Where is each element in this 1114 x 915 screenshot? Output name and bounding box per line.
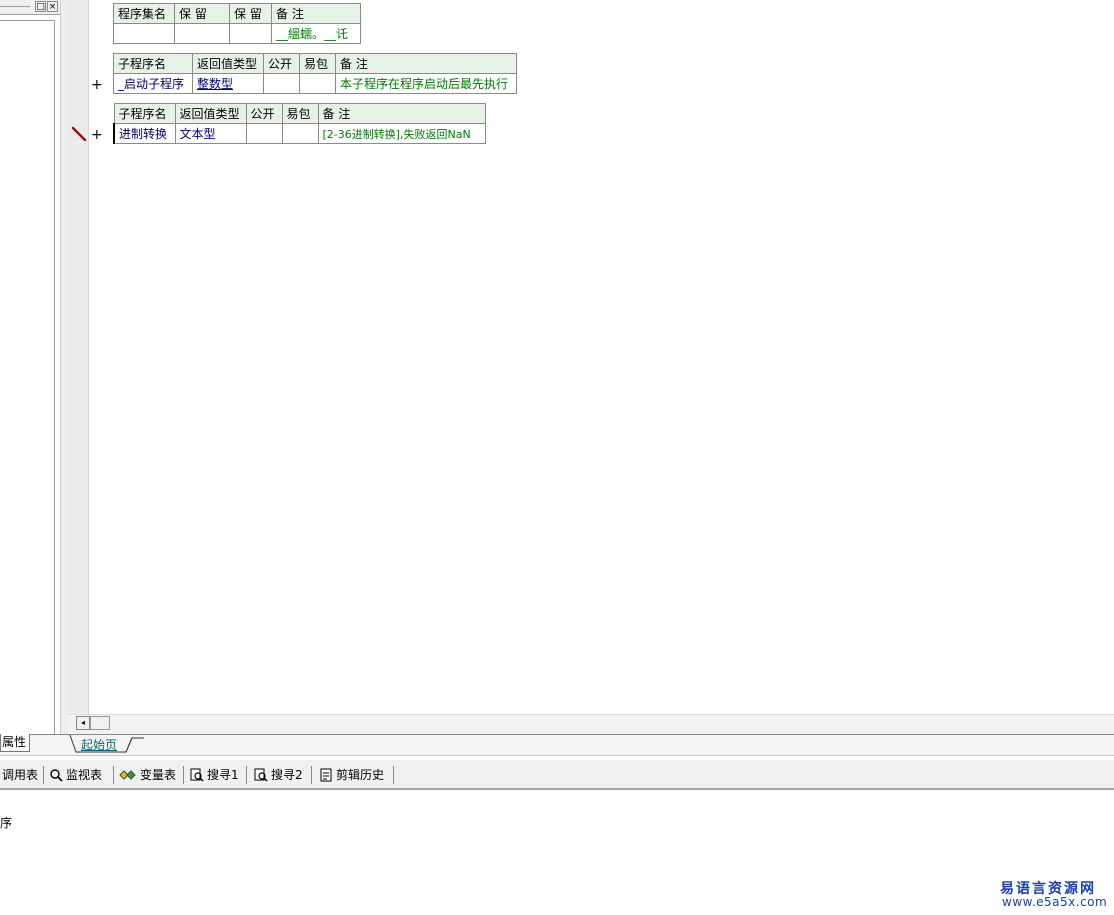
header-cell: 备 注 [335, 53, 517, 74]
toolbar-separator [246, 766, 247, 784]
toolbar-separator [43, 766, 44, 784]
header-cell: 易包 [299, 53, 336, 74]
reserved-cell[interactable] [229, 23, 272, 44]
header-cell: 易包 [281, 103, 319, 124]
header-cell: 公开 [245, 103, 283, 124]
epackage-cell[interactable] [281, 123, 319, 144]
output-panel[interactable] [0, 792, 1114, 915]
call-table-button[interactable]: 调用表 [2, 766, 38, 784]
variable-table-button[interactable]: 变量表 [119, 766, 176, 784]
tab-strip [0, 734, 1114, 756]
gutter-divider [88, 0, 89, 714]
tab-start-page-label[interactable]: 起始页 [81, 736, 117, 753]
header-cell: 备 注 [271, 3, 361, 24]
header-cell: 返回值类型 [192, 53, 264, 74]
header-cell: 保 留 [174, 3, 230, 24]
subroutine-name-cell[interactable]: 进制转换 [113, 123, 176, 144]
toolbar-label: 调用表 [2, 768, 39, 782]
comment-cell[interactable]: 本子程序在程序启动后最先执行 [335, 73, 517, 94]
toolbar-label: 搜寻1 [207, 768, 239, 782]
edit-pencil-icon [71, 126, 87, 142]
search-doc-icon [190, 768, 204, 782]
public-cell[interactable] [245, 123, 283, 144]
clipboard-history-button[interactable]: 剪辑历史 [319, 766, 384, 784]
program-set-table: 程序集名 保 留 保 留 备 注 __縕蠕。__讬 [113, 3, 361, 44]
toolbar-separator [393, 766, 394, 784]
search1-button[interactable]: 搜寻1 [190, 766, 239, 784]
toolbar-label: 剪辑历史 [336, 768, 385, 782]
subroutine-name-cell[interactable]: _启动子程序 [113, 73, 193, 94]
header-cell: 返回值类型 [174, 103, 247, 124]
return-type-cell[interactable]: 文本型 [174, 123, 247, 144]
clipboard-icon [320, 768, 332, 782]
header-cell: 公开 [263, 53, 300, 74]
tab-properties[interactable]: 属性 [0, 734, 30, 752]
expand-toggle[interactable]: + [91, 78, 103, 92]
subroutine-table-1: 子程序名 返回值类型 公开 易包 备 注 _启动子程序 整数型 本子程序在程序启… [113, 53, 517, 94]
scroll-thumb[interactable] [90, 716, 110, 730]
header-cell: 子程序名 [113, 53, 193, 74]
toolbar-label: 搜寻2 [271, 768, 303, 782]
subroutine-table-2: 子程序名 返回值类型 公开 易包 备 注 进制转换 文本型 [2-36进制转换]… [113, 103, 486, 144]
horizontal-scrollbar[interactable] [68, 714, 1114, 734]
reserved-cell[interactable] [174, 23, 230, 44]
output-text: 序 [0, 816, 13, 830]
search2-button[interactable]: 搜寻2 [254, 766, 303, 784]
comment-cell[interactable]: __縕蠕。__讬 [271, 23, 361, 44]
comment-cell[interactable]: [2-36进制转换],失败返回NaN [317, 123, 486, 144]
toolbar-separator [183, 766, 184, 784]
toolbar-label: 监视表 [66, 768, 103, 782]
expand-toggle[interactable]: + [91, 128, 103, 142]
scroll-left-arrow-icon[interactable]: ◂ [76, 716, 90, 730]
header-cell: 程序集名 [113, 3, 175, 24]
epackage-cell[interactable] [299, 73, 336, 94]
return-type-cell[interactable]: 整数型 [192, 73, 264, 94]
left-panel-titlebar: □ × [0, 0, 60, 15]
public-cell[interactable] [263, 73, 300, 94]
variables-icon [119, 770, 136, 780]
restore-button[interactable]: □ [35, 1, 46, 12]
header-cell: 备 注 [317, 103, 486, 124]
magnifier-icon [50, 769, 63, 782]
watch-table-button[interactable]: 监视表 [49, 766, 102, 784]
header-cell: 保 留 [229, 3, 272, 24]
toolbar-label: 变量表 [140, 768, 177, 782]
watermark-url: www.e5a5x.com [1002, 895, 1108, 909]
property-list[interactable] [0, 20, 55, 734]
header-cell: 子程序名 [113, 103, 176, 124]
close-button[interactable]: × [47, 1, 58, 12]
toolbar-separator [311, 766, 312, 784]
toolbar-separator [113, 766, 114, 784]
set-name-cell[interactable] [113, 23, 175, 44]
editor-gutter [68, 0, 88, 714]
search-doc-icon [254, 768, 268, 782]
